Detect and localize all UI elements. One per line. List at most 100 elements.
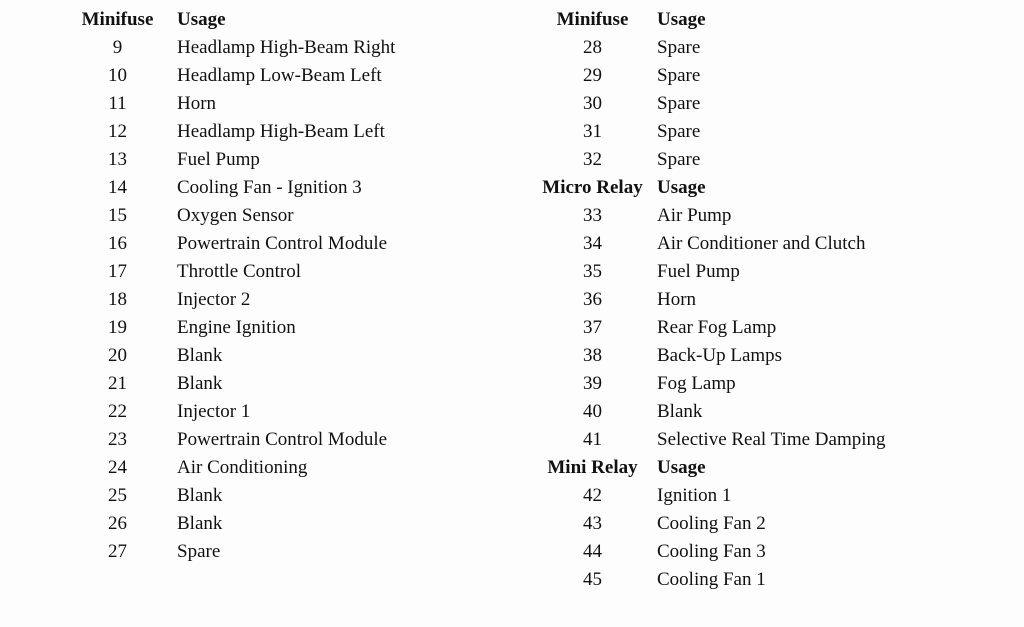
table-row: 14 Cooling Fan - Ignition 3 <box>58 174 500 202</box>
table-row: 30 Spare <box>533 90 1024 118</box>
fuse-number-cell: 25 <box>108 485 127 506</box>
table-row: 32 Spare <box>533 146 1024 174</box>
fuse-number-cell: 27 <box>108 541 127 562</box>
table-row: 17 Throttle Control <box>58 258 500 286</box>
table-row: 20 Blank <box>58 342 500 370</box>
usage-cell: Rear Fog Lamp <box>657 317 777 338</box>
table-row: 36 Horn <box>533 286 1024 314</box>
fuse-number-cell: 13 <box>108 149 127 170</box>
fuse-number-cell: 28 <box>583 37 602 58</box>
fuse-number-cell: 21 <box>108 373 127 394</box>
table-row: 24 Air Conditioning <box>58 454 500 482</box>
fuse-number-cell: 42 <box>583 485 602 506</box>
table-row: 29 Spare <box>533 62 1024 90</box>
usage-cell: Headlamp Low-Beam Left <box>177 65 382 86</box>
table-row: 33 Air Pump <box>533 202 1024 230</box>
fuse-number-cell: 14 <box>108 177 127 198</box>
table-row: 42 Ignition 1 <box>533 482 1024 510</box>
table-row: 9 Headlamp High-Beam Right <box>58 34 500 62</box>
table-row: 21 Blank <box>58 370 500 398</box>
table-row: 11 Horn <box>58 90 500 118</box>
usage-cell: Selective Real Time Damping <box>657 429 886 450</box>
usage-cell: Oxygen Sensor <box>177 205 294 226</box>
usage-cell: Spare <box>177 541 221 562</box>
fuse-table-right-column: Minifuse Usage 28 Spare 29 Spare 30 Spare 31 Spar… <box>500 6 1024 594</box>
table-row: 16 Powertrain Control Module <box>58 230 500 258</box>
fuse-number-cell: 32 <box>583 149 602 170</box>
table-row: 44 Cooling Fan 3 <box>533 538 1024 566</box>
table-row: 37 Rear Fog Lamp <box>533 314 1024 342</box>
table-section-header-row: Mini Relay Usage <box>533 454 1024 482</box>
usage-header-cell: Usage <box>657 177 706 198</box>
fuse-number-cell: 9 <box>112 37 123 58</box>
fuse-number-cell: 10 <box>108 65 127 86</box>
table-header-row: Minifuse Usage <box>533 6 1024 34</box>
usage-cell: Blank <box>177 373 223 394</box>
fuse-number-cell: 12 <box>108 121 127 142</box>
table-row: 28 Spare <box>533 34 1024 62</box>
fuse-number-cell: 33 <box>583 205 602 226</box>
table-row: 13 Fuel Pump <box>58 146 500 174</box>
fuse-number-cell: 37 <box>583 317 602 338</box>
usage-cell: Blank <box>177 485 223 506</box>
table-row: 23 Powertrain Control Module <box>58 426 500 454</box>
usage-cell: Engine Ignition <box>177 317 296 338</box>
fuse-number-cell: 43 <box>583 513 602 534</box>
fuse-relay-reference-sheet: Minifuse Usage 9 Headlamp High-Beam Right 10… <box>0 0 1024 627</box>
table-row: 22 Injector 1 <box>58 398 500 426</box>
usage-cell: Blank <box>177 513 223 534</box>
fuse-number-cell: 38 <box>583 345 602 366</box>
usage-cell: Spare <box>657 65 701 86</box>
usage-cell: Air Conditioner and Clutch <box>657 233 866 254</box>
table-row: 19 Engine Ignition <box>58 314 500 342</box>
fuse-type-header-cell: Mini Relay <box>547 457 638 478</box>
usage-cell: Throttle Control <box>177 261 302 282</box>
usage-cell: Fuel Pump <box>657 261 740 282</box>
fuse-number-cell: 23 <box>108 429 127 450</box>
fuse-number-cell: 19 <box>108 317 127 338</box>
usage-cell: Cooling Fan - Ignition 3 <box>177 177 362 198</box>
fuse-number-cell: 17 <box>108 261 127 282</box>
usage-cell: Injector 2 <box>177 289 251 310</box>
usage-cell: Cooling Fan 1 <box>657 569 766 590</box>
usage-cell: Air Pump <box>657 205 732 226</box>
usage-cell: Headlamp High-Beam Left <box>177 121 385 142</box>
table-row: 35 Fuel Pump <box>533 258 1024 286</box>
usage-cell: Back-Up Lamps <box>657 345 783 366</box>
fuse-number-cell: 26 <box>108 513 127 534</box>
table-row: 43 Cooling Fan 2 <box>533 510 1024 538</box>
fuse-number-cell: 16 <box>108 233 127 254</box>
fuse-table-left-column: Minifuse Usage 9 Headlamp High-Beam Right 10… <box>0 6 500 566</box>
usage-header-cell: Usage <box>177 9 226 30</box>
table-row: 15 Oxygen Sensor <box>58 202 500 230</box>
fuse-type-header-cell: Minifuse <box>81 9 154 30</box>
fuse-number-cell: 18 <box>108 289 127 310</box>
usage-cell: Fuel Pump <box>177 149 260 170</box>
usage-cell: Spare <box>657 37 701 58</box>
fuse-number-cell: 15 <box>108 205 127 226</box>
table-row: 12 Headlamp High-Beam Left <box>58 118 500 146</box>
fuse-number-cell: 22 <box>108 401 127 422</box>
table-row: 18 Injector 2 <box>58 286 500 314</box>
table-row: 27 Spare <box>58 538 500 566</box>
fuse-number-cell: 24 <box>108 457 127 478</box>
usage-cell: Headlamp High-Beam Right <box>177 37 396 58</box>
table-section-header-row: Micro Relay Usage <box>533 174 1024 202</box>
usage-cell: Injector 1 <box>177 401 251 422</box>
usage-cell: Horn <box>657 289 697 310</box>
usage-cell: Cooling Fan 3 <box>657 541 766 562</box>
table-row: 40 Blank <box>533 398 1024 426</box>
fuse-number-cell: 44 <box>583 541 602 562</box>
table-row: 38 Back-Up Lamps <box>533 342 1024 370</box>
fuse-number-cell: 34 <box>583 233 602 254</box>
table-row: 45 Cooling Fan 1 <box>533 566 1024 594</box>
fuse-type-header-cell: Micro Relay <box>542 177 643 198</box>
usage-cell: Ignition 1 <box>657 485 732 506</box>
fuse-number-cell: 45 <box>583 569 602 590</box>
usage-cell: Spare <box>657 93 701 114</box>
table-row: 26 Blank <box>58 510 500 538</box>
usage-cell: Blank <box>177 345 223 366</box>
table-header-row: Minifuse Usage <box>58 6 500 34</box>
fuse-number-cell: 29 <box>583 65 602 86</box>
usage-cell: Fog Lamp <box>657 373 736 394</box>
